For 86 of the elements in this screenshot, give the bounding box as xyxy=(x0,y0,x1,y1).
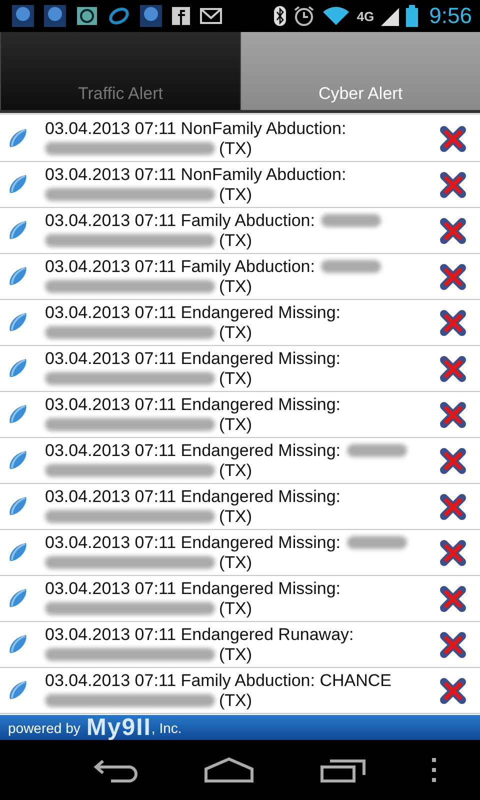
alert-row[interactable]: 03.04.2013 07:11 Family Abduction: CHANCE (TX) xyxy=(0,668,480,714)
delete-button[interactable] xyxy=(438,308,468,338)
alert-region: (TX) xyxy=(219,690,252,710)
alert-text: 03.04.2013 07:11 Endangered Missing: xyxy=(45,578,341,598)
alert-row[interactable]: 03.04.2013 07:11 Family Abduction: (TX) xyxy=(0,208,480,254)
bluetooth-icon xyxy=(274,6,286,26)
cross-icon xyxy=(440,448,466,474)
alert-region: (TX) xyxy=(219,552,252,572)
alert-row[interactable]: 03.04.2013 07:11 Endangered Missing: (TX) xyxy=(0,346,480,392)
globe-icon xyxy=(44,5,66,27)
delete-button[interactable] xyxy=(438,400,468,430)
alert-region: (TX) xyxy=(219,644,252,664)
alert-text: 03.04.2013 07:11 Endangered Missing: xyxy=(45,348,341,368)
recent-apps-icon[interactable] xyxy=(320,757,366,783)
clock-time: 9:56 xyxy=(429,3,472,29)
mail-icon xyxy=(200,7,222,25)
delete-button[interactable] xyxy=(438,170,468,200)
delete-button[interactable] xyxy=(438,216,468,246)
alert-row[interactable]: 03.04.2013 07:11 Endangered Missing: (TX) xyxy=(0,300,480,346)
alert-text: 03.04.2013 07:11 Endangered Missing: xyxy=(45,532,341,552)
alert-row[interactable]: 03.04.2013 07:11 Endangered Missing: (TX) xyxy=(0,438,480,484)
alert-row[interactable]: 03.04.2013 07:11 Family Abduction: (TX) xyxy=(0,254,480,300)
alert-region: (TX) xyxy=(219,368,252,388)
alert-row[interactable]: 03.04.2013 07:11 NonFamily Abduction: (TX) xyxy=(0,162,480,208)
delete-button[interactable] xyxy=(438,262,468,292)
alert-text: 03.04.2013 07:11 Family Abduction: xyxy=(45,256,315,276)
alert-region: (TX) xyxy=(219,460,252,480)
wifi-icon xyxy=(322,6,350,26)
delete-button[interactable] xyxy=(438,446,468,476)
delete-button[interactable] xyxy=(438,492,468,522)
alert-text: 03.04.2013 07:11 Family Abduction: CHANCE xyxy=(45,670,392,690)
alert-region: (TX) xyxy=(219,184,252,204)
battery-icon xyxy=(406,5,418,27)
facebook-icon xyxy=(172,7,190,25)
alert-region: (TX) xyxy=(219,138,252,158)
cross-icon xyxy=(440,678,466,704)
globe-icon xyxy=(140,5,162,27)
network-type-label: 4G xyxy=(356,8,374,24)
delete-button[interactable] xyxy=(438,124,468,154)
signal-icon xyxy=(381,6,400,26)
alert-row[interactable]: 03.04.2013 07:11 Endangered Runaway: (TX) xyxy=(0,622,480,668)
cross-icon xyxy=(440,540,466,566)
alert-row[interactable]: 03.04.2013 07:11 NonFamily Abduction: (TX) xyxy=(0,116,480,162)
cross-icon xyxy=(440,402,466,428)
alert-row[interactable]: 03.04.2013 07:11 Endangered Missing: (TX) xyxy=(0,392,480,438)
alert-text: 03.04.2013 07:11 Endangered Missing: xyxy=(45,394,341,414)
back-icon[interactable] xyxy=(92,757,139,783)
globe-icon xyxy=(12,5,34,27)
alert-text: 03.04.2013 07:11 Family Abduction: xyxy=(45,210,315,230)
alert-text: 03.04.2013 07:11 Endangered Missing: xyxy=(45,302,341,322)
powered-by-label: powered by xyxy=(8,720,80,736)
alert-region: (TX) xyxy=(219,322,252,342)
alert-text: 03.04.2013 07:11 Endangered Missing: xyxy=(45,486,341,506)
alert-text: 03.04.2013 07:11 Endangered Missing: xyxy=(45,440,341,460)
cross-icon xyxy=(440,494,466,520)
alert-region: (TX) xyxy=(219,276,252,296)
cross-icon xyxy=(440,632,466,658)
alert-text: 03.04.2013 07:11 NonFamily Abduction: xyxy=(45,118,346,138)
delete-button[interactable] xyxy=(438,630,468,660)
home-icon[interactable] xyxy=(204,757,254,783)
alert-region: (TX) xyxy=(219,230,252,250)
alert-row[interactable]: 03.04.2013 07:11 Endangered Missing: (TX) xyxy=(0,484,480,530)
cross-icon xyxy=(440,356,466,382)
brand-logo: My9II xyxy=(86,715,152,740)
delete-button[interactable] xyxy=(438,584,468,614)
alert-text: 03.04.2013 07:11 Endangered Runaway: xyxy=(45,624,354,644)
menu-icon[interactable] xyxy=(431,757,438,783)
alarm-clock-icon xyxy=(292,5,315,27)
delete-button[interactable] xyxy=(438,676,468,706)
delete-button[interactable] xyxy=(438,538,468,568)
alert-region: (TX) xyxy=(219,598,252,618)
swirl-icon xyxy=(108,5,130,27)
tab[interactable]: Traffic Alert xyxy=(0,32,240,110)
alert-text: 03.04.2013 07:11 NonFamily Abduction: xyxy=(45,164,346,184)
cross-icon xyxy=(440,264,466,290)
alert-row[interactable]: 03.04.2013 07:11 Endangered Missing: (TX) xyxy=(0,530,480,576)
alert-region: (TX) xyxy=(219,506,252,526)
company-suffix: , Inc. xyxy=(151,720,182,736)
cross-icon xyxy=(440,218,466,244)
cross-icon xyxy=(440,172,466,198)
cross-icon xyxy=(440,310,466,336)
delete-button[interactable] xyxy=(438,354,468,384)
cross-icon xyxy=(440,586,466,612)
cross-icon xyxy=(440,126,466,152)
alert-row[interactable]: 03.04.2013 07:11 Endangered Missing: (TX) xyxy=(0,576,480,622)
alert-region: (TX) xyxy=(219,414,252,434)
